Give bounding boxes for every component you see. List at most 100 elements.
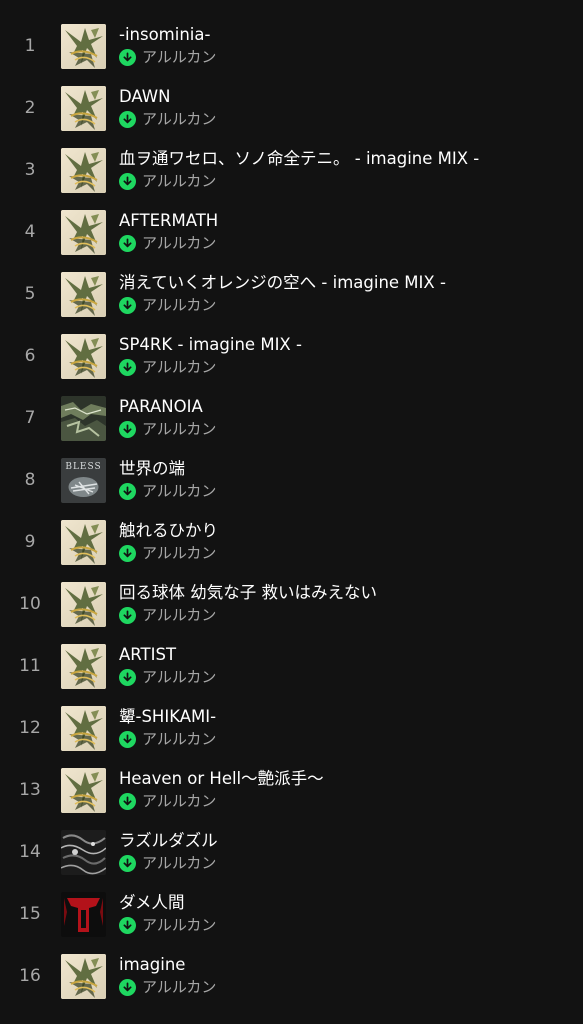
track-subtitle: アルルカン (119, 977, 573, 997)
downloaded-icon (119, 482, 136, 500)
track-title: 世界の端 (119, 459, 185, 478)
track-title: -insominia- (119, 25, 211, 44)
track-row-10[interactable]: 10 回る球体 幼気な子 救いはみえない アルルカン (0, 573, 583, 635)
track-artist: アルルカン (142, 730, 217, 748)
track-artist: アルルカン (142, 916, 217, 934)
album-art (61, 271, 106, 317)
track-title: ラズルダズル (119, 831, 218, 850)
track-title: DAWN (119, 87, 171, 106)
track-subtitle: アルルカン (119, 853, 573, 873)
track-title: 回る球体 幼気な子 救いはみえない (119, 583, 377, 602)
album-art (61, 23, 106, 69)
album-art (61, 767, 106, 813)
album-art-image (61, 891, 106, 937)
track-meta: PARANOIA アルルカン (119, 396, 573, 439)
track-subtitle: アルルカン (119, 109, 573, 129)
track-row-3[interactable]: 3 血ヲ通ワセロ、ソノ命全テニ。 - imagine MIX - アルルカン (0, 139, 583, 201)
track-subtitle: アルルカン (119, 357, 573, 377)
downloaded-icon (119, 110, 136, 128)
downloaded-icon (119, 420, 136, 438)
album-art-image (61, 581, 106, 627)
track-row-16[interactable]: 16 imagine アルルカン (0, 945, 583, 1007)
track-number: 15 (19, 904, 41, 924)
track-row-8[interactable]: 8 BLESS 世界の端 アルルカン (0, 449, 583, 511)
downloaded-icon (119, 978, 136, 996)
track-number: 1 (24, 36, 36, 56)
track-meta: SP4RK - imagine MIX - アルルカン (119, 334, 573, 377)
track-title: AFTERMATH (119, 211, 219, 230)
album-art-image (61, 705, 106, 751)
downloaded-icon (119, 358, 136, 376)
track-title: Heaven or Hell〜艶派手〜 (119, 769, 324, 788)
track-title: SP4RK - imagine MIX - (119, 335, 302, 354)
album-art (61, 333, 106, 379)
track-artist: アルルカン (142, 420, 217, 438)
track-number: 7 (24, 408, 36, 428)
album-art-image (61, 519, 106, 565)
track-meta: Heaven or Hell〜艶派手〜 アルルカン (119, 768, 573, 811)
album-art-text: BLESS (65, 462, 101, 472)
downloaded-icon (119, 916, 136, 934)
track-artist: アルルカン (142, 544, 217, 562)
track-row-2[interactable]: 2 DAWN アルルカン (0, 77, 583, 139)
track-row-11[interactable]: 11 ARTIST アルルカン (0, 635, 583, 697)
downloaded-icon (119, 854, 136, 872)
track-number: 9 (24, 532, 36, 552)
track-number: 6 (24, 346, 36, 366)
track-subtitle: アルルカン (119, 915, 573, 935)
track-number: 13 (19, 780, 41, 800)
track-artist: アルルカン (142, 978, 217, 996)
album-art: BLESS (61, 457, 106, 503)
album-art-image (61, 643, 106, 689)
track-title: PARANOIA (119, 397, 203, 416)
downloaded-icon (119, 48, 136, 66)
track-row-15[interactable]: 15 ダメ人間 アルルカン (0, 883, 583, 945)
track-meta: 顰-SHIKAMI- アルルカン (119, 706, 573, 749)
track-artist: アルルカン (142, 110, 217, 128)
album-art-image (61, 271, 106, 317)
album-art (61, 209, 106, 255)
track-subtitle: アルルカン (119, 667, 573, 687)
track-artist: アルルカン (142, 668, 217, 686)
track-meta: ARTIST アルルカン (119, 644, 573, 687)
track-row-9[interactable]: 9 触れるひかり アルルカン (0, 511, 583, 573)
track-row-4[interactable]: 4 AFTERMATH アルルカン (0, 201, 583, 263)
track-title: 消えていくオレンジの空へ - imagine MIX - (119, 273, 446, 292)
track-subtitle: アルルカン (119, 171, 573, 191)
album-art (61, 147, 106, 193)
downloaded-icon (119, 544, 136, 562)
track-number: 8 (24, 470, 36, 490)
album-art-image (61, 147, 106, 193)
track-subtitle: アルルカン (119, 543, 573, 563)
album-art-image (61, 333, 106, 379)
downloaded-icon (119, 668, 136, 686)
track-meta: 血ヲ通ワセロ、ソノ命全テニ。 - imagine MIX - アルルカン (119, 148, 573, 191)
track-artist: アルルカン (142, 296, 217, 314)
album-art (61, 829, 106, 875)
track-row-14[interactable]: 14 ラズルダズル アルルカン (0, 821, 583, 883)
track-artist: アルルカン (142, 358, 217, 376)
album-art-image (61, 85, 106, 131)
album-art (61, 953, 106, 999)
track-meta: 世界の端 アルルカン (119, 458, 573, 501)
track-row-5[interactable]: 5 消えていくオレンジの空へ - imagine MIX - アルルカン (0, 263, 583, 325)
track-row-12[interactable]: 12 顰-SHIKAMI- アルルカン (0, 697, 583, 759)
track-list: 1 -insominia- アルルカン 2 DAWN アルルカン 3 血ヲ通ワセ… (0, 15, 583, 1007)
track-title: 血ヲ通ワセロ、ソノ命全テニ。 - imagine MIX - (119, 149, 480, 168)
track-row-6[interactable]: 6 SP4RK - imagine MIX - アルルカン (0, 325, 583, 387)
downloaded-icon (119, 296, 136, 314)
track-row-7[interactable]: 7 PARANOIA アルルカン (0, 387, 583, 449)
track-number: 4 (24, 222, 36, 242)
track-subtitle: アルルカン (119, 791, 573, 811)
track-artist: アルルカン (142, 172, 217, 190)
track-meta: 触れるひかり アルルカン (119, 520, 573, 563)
track-row-13[interactable]: 13 Heaven or Hell〜艶派手〜 アルルカン (0, 759, 583, 821)
album-art-image (61, 209, 106, 255)
track-subtitle: アルルカン (119, 233, 573, 253)
track-title: ダメ人間 (119, 893, 185, 912)
track-subtitle: アルルカン (119, 481, 573, 501)
album-art-image (61, 767, 106, 813)
track-number: 14 (19, 842, 41, 862)
album-art (61, 395, 106, 441)
track-row-1[interactable]: 1 -insominia- アルルカン (0, 15, 583, 77)
